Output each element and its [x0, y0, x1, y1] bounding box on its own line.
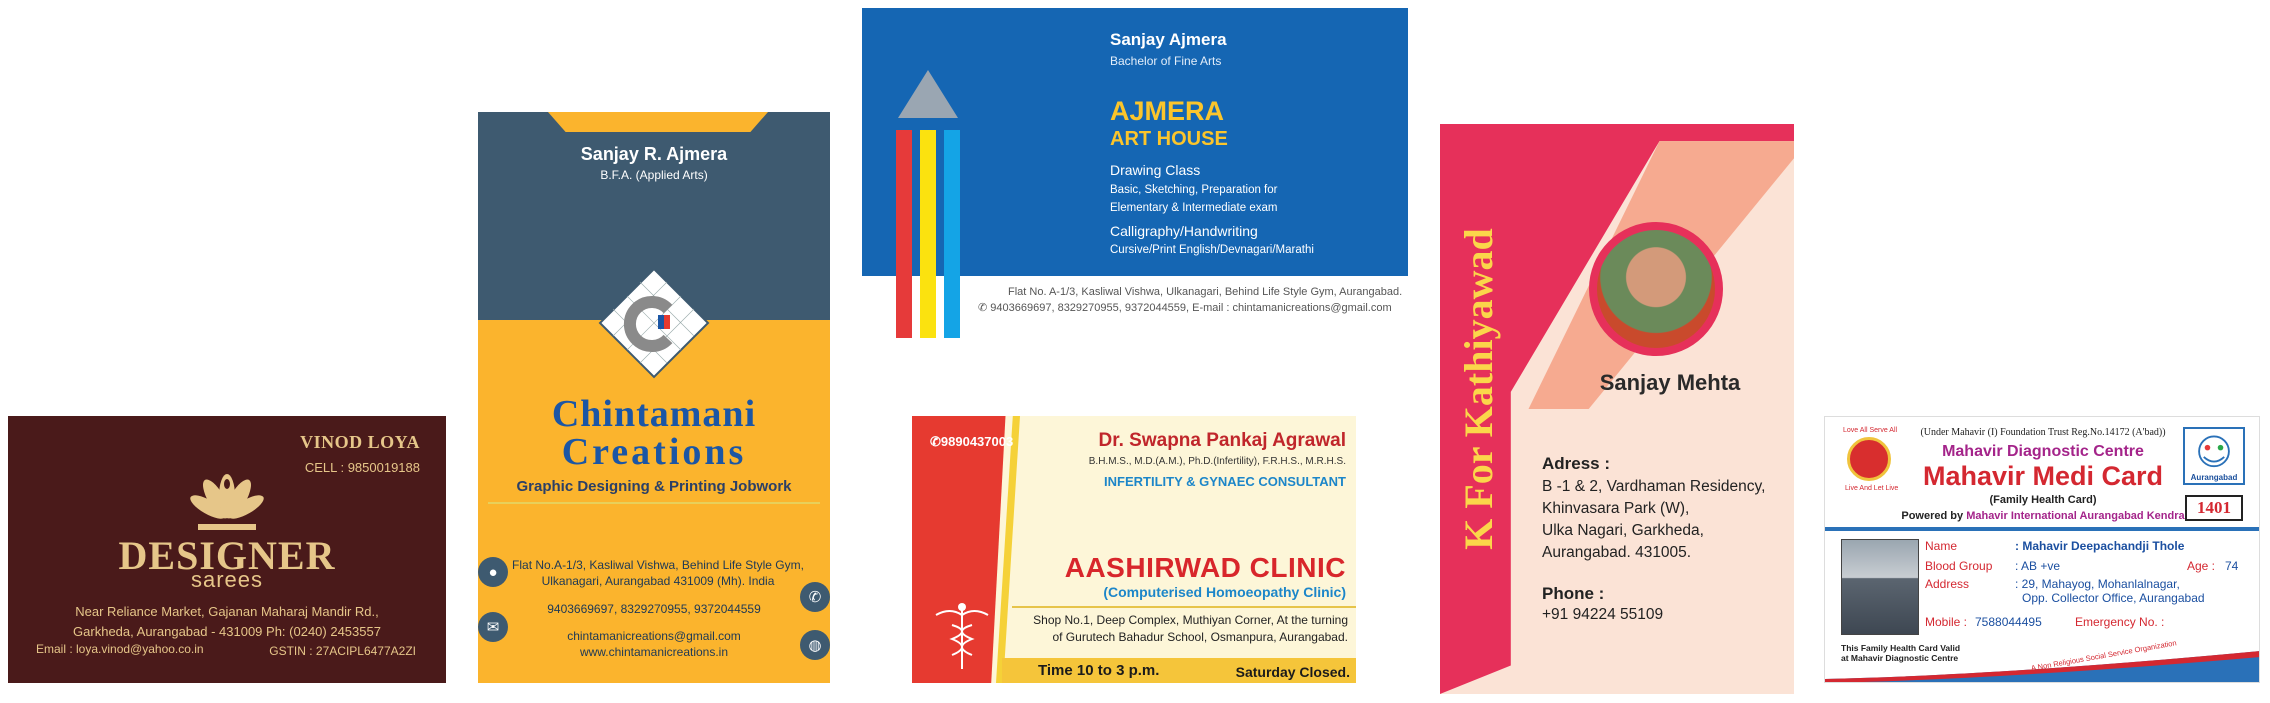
aashirwad-clinic-card: ✆9890437003 Dr. Swapna Pankaj Agrawal B.… — [912, 416, 1356, 683]
address: Flat No. A-1/3, Kasliwal Vishwa, Ulkanag… — [1008, 286, 1403, 298]
profile-photo — [1589, 222, 1723, 356]
gstin: GSTIN : 27ACIPL6477A2ZI — [269, 644, 416, 658]
person-name: Sanjay Mehta — [1599, 370, 1741, 395]
divider — [488, 502, 820, 504]
validity-line-2: at Mahavir Diagnostic Centre — [1841, 653, 1959, 663]
kathiyawad-card: K For Kathiyawad Sanjay Mehta Adress : B… — [1440, 124, 1794, 694]
timing: Time 10 to 3 p.m. — [1038, 662, 1160, 679]
blood-label: Blood Group — [1925, 559, 1993, 573]
drawing-class-desc: Basic, Sketching, Preparation for Elemen… — [1110, 181, 1277, 217]
phone-numbers: 9403669697, 8329270955, 9372044559 — [547, 602, 761, 616]
header-tab — [548, 112, 768, 132]
calligraphy-desc: Cursive/Print English/Devnagari/Marathi — [1110, 244, 1314, 256]
peacock-logo-icon — [190, 474, 264, 530]
phone-number: +91 94224 55109 — [1542, 606, 1664, 623]
brand-art-house: ART HOUSE — [1110, 128, 1228, 150]
qualifications: B.H.M.S., M.D.(A.M.), Ph.D.(Infertility)… — [1088, 456, 1346, 467]
validity-note: This Family Health Card Valid at Mahavir… — [1841, 643, 1960, 663]
card-number: 1401 — [2185, 495, 2243, 521]
brand-ajmera: AJMERA — [1110, 96, 1225, 126]
clinic-phone: ✆9890437003 — [930, 434, 1013, 450]
phone-icon: ✆ — [930, 434, 941, 449]
age-value: 74 — [2225, 559, 2239, 573]
divider — [1012, 606, 1356, 608]
address: Shop No.1, Deep Complex, Muthiyan Corner… — [1012, 612, 1348, 646]
address: B -1 & 2, Vardhaman Residency, Khinvasar… — [1542, 476, 1765, 564]
owner-name: VINOD LOYA — [300, 432, 420, 452]
address: Near Reliance Market, Gajanan Maharaj Ma… — [8, 602, 446, 642]
address-label: Address — [1925, 577, 1970, 591]
phone-email: 9403669697, 8329270955, 9372044559, E-ma… — [990, 302, 1392, 314]
contact-line: ✆ 9403669697, 8329270955, 9372044559, E-… — [978, 301, 1392, 314]
address-line-3: Ulka Nagari, Garkheda, — [1542, 522, 1704, 539]
blood-value: : AB +ve — [2015, 559, 2061, 573]
owner-degree: B.F.A. (Applied Arts) — [600, 168, 708, 182]
powered-prefix: Powered by — [1901, 510, 1964, 522]
brand-creations: Creations — [561, 431, 747, 473]
designer-sarees-card: VINOD LOYA CELL : 9850019188 DESIGNER sa… — [8, 416, 446, 683]
emergency-label: Emergency No. : — [2075, 615, 2165, 629]
owner-degree: Bachelor of Fine Arts — [1110, 54, 1222, 68]
drawing-class-title: Drawing Class — [1110, 162, 1201, 178]
address-line-2: of Gurutech Bahadur School, Osmanpura, A… — [1052, 630, 1348, 644]
address-line-2: Garkheda, Aurangabad - 431009 Ph: (0240)… — [73, 624, 381, 639]
vertical-title: K For Kathiyawad — [1456, 228, 1501, 550]
cell-number: CELL : 9850019188 — [304, 460, 420, 475]
website: www.chintamanicreations.in — [579, 645, 729, 659]
name-value: : Mahavir Deepachandji Thole — [2015, 539, 2185, 553]
phone-label: Phone : — [1542, 584, 1605, 603]
c-diamond-logo-icon — [598, 267, 710, 379]
tagline: Graphic Designing & Printing Jobwork — [516, 478, 792, 495]
doctor-name: Dr. Swapna Pankaj Agrawal — [1098, 430, 1346, 451]
calligraphy-title: Calligraphy/Handwriting — [1110, 223, 1258, 239]
pencils-logo-icon — [896, 70, 960, 338]
age-label: Age : — [2187, 559, 2216, 573]
divider — [1825, 527, 2259, 531]
phone-number: 9890437003 — [940, 434, 1014, 449]
address-line-2: Khinvasara Park (W), — [1542, 500, 1690, 517]
mahavir-medi-card: Love All Serve All Live And Let Live (Un… — [1824, 416, 2260, 683]
email: chintamanicreations@gmail.com — [567, 629, 741, 643]
closed-day: Saturday Closed. — [1235, 664, 1350, 680]
speciality: INFERTILITY & GYNAEC CONSULTANT — [1104, 474, 1346, 489]
phone-icon: ✆ — [978, 302, 988, 314]
caduceus-icon — [935, 603, 989, 669]
address-line-1: B -1 & 2, Vardhaman Residency, — [1542, 478, 1766, 495]
brand-sarees: sarees — [190, 567, 264, 592]
owner-name: Sanjay R. Ajmera — [580, 144, 728, 164]
location-icon: ● — [478, 557, 508, 587]
address-line-4: Aurangabad. 431005. — [1542, 544, 1692, 561]
drawing-desc-line-1: Basic, Sketching, Preparation for — [1110, 184, 1278, 196]
address-label: Adress : — [1542, 454, 1611, 473]
name-label: Name — [1925, 539, 1958, 553]
avatar — [1597, 230, 1715, 348]
address-line-2: Opp. Collector Office, Aurangabad — [2022, 591, 2205, 605]
mobile-label: Mobile : — [1925, 615, 1968, 629]
email: Email : loya.vinod@yahoo.co.in — [36, 642, 204, 656]
member-photo — [1841, 539, 1919, 635]
mobile-value: 7588044495 — [1975, 615, 2042, 629]
clinic-subtitle: (Computerised Homoeopathy Clinic) — [1103, 584, 1346, 600]
address-line-1: Near Reliance Market, Gajanan Maharaj Ma… — [75, 604, 379, 619]
validity-line-1: This Family Health Card Valid — [1841, 643, 1961, 653]
ajmera-art-house-card: Sanjay Ajmera Bachelor of Fine Arts AJME… — [862, 8, 1408, 338]
powered-org: Mahavir International Aurangabad Kendra — [1966, 510, 2185, 522]
clinic-name: AASHIRWAD CLINIC — [1064, 552, 1346, 583]
drawing-desc-line-2: Elementary & Intermediate exam — [1110, 202, 1278, 214]
address-line-1: : 29, Mahayog, Mohanlalnagar, — [2015, 577, 2180, 591]
owner-name: Sanjay Ajmera — [1110, 30, 1227, 49]
address-line-1: Shop No.1, Deep Complex, Muthiyan Corner… — [1033, 613, 1348, 627]
address: Flat No.A-1/3, Kasliwal Vishwa, Behind L… — [512, 558, 804, 588]
right-logo-label: Aurangabad — [2190, 473, 2238, 482]
chintamani-creations-card: Sanjay R. Ajmera B.F.A. (Applied Arts) C… — [478, 112, 830, 683]
